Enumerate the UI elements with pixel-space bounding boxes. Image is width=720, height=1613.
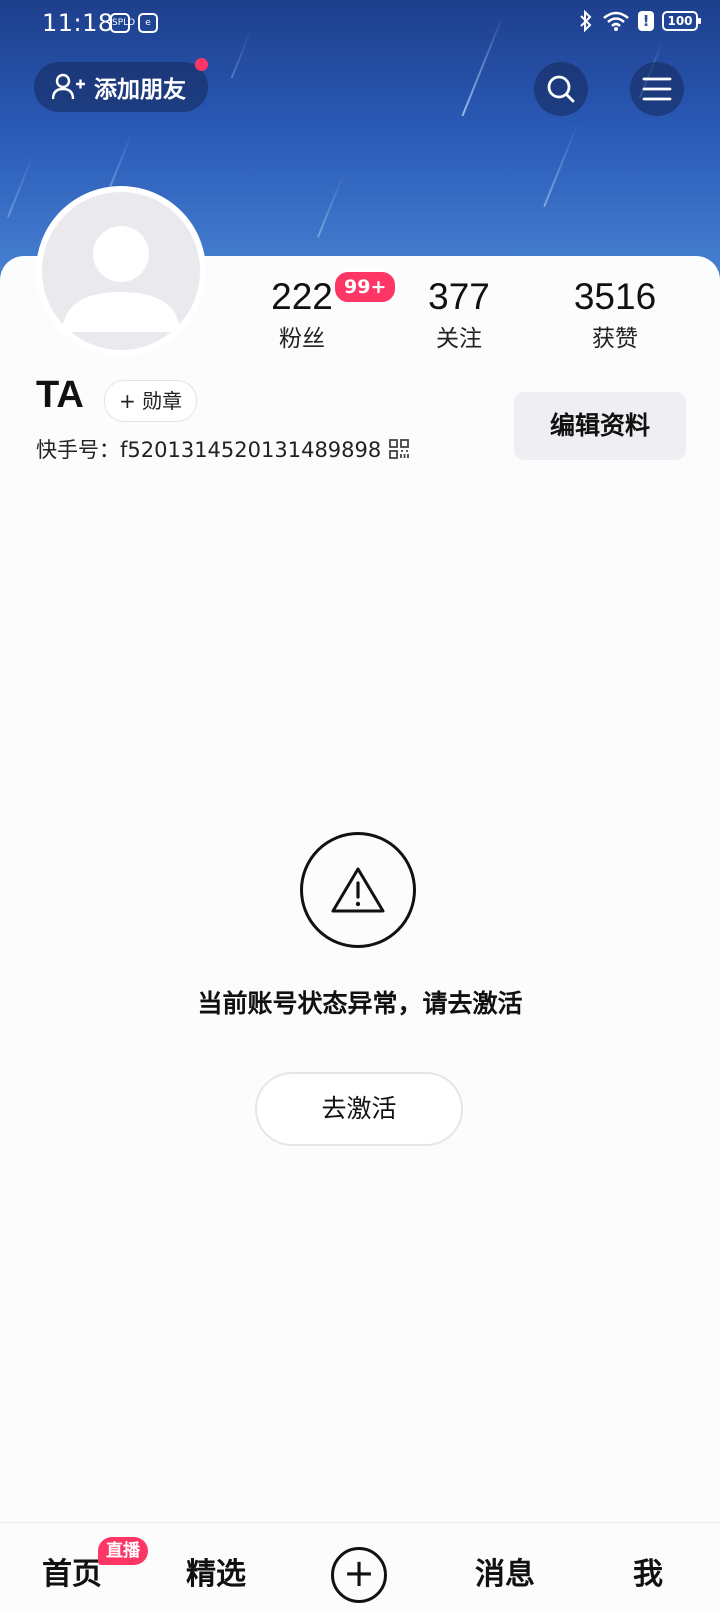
username: TA <box>36 374 84 416</box>
tab-featured[interactable]: 精选 <box>186 1549 246 1593</box>
tab-messages[interactable]: 消息 <box>475 1549 535 1593</box>
alert-icon: ! <box>638 11 654 31</box>
likes-count: 3516 <box>573 276 657 317</box>
app-notification-icon: e <box>138 13 158 33</box>
decor-streak <box>316 172 346 238</box>
live-badge: 直播 <box>98 1537 148 1565</box>
add-friend-button[interactable]: 添加朋友 <box>34 58 208 112</box>
following-count: 377 <box>428 276 490 317</box>
menu-icon <box>642 77 672 101</box>
status-icons: ! 100 <box>578 10 701 32</box>
account-status-message: 当前账号状态异常，请去激活 <box>197 989 523 1018</box>
decor-streak <box>543 122 579 208</box>
add-friend-label: 添加朋友 <box>94 77 186 103</box>
bottom-tab-bar: 首页 直播 精选 + 消息 我 <box>0 1522 720 1613</box>
following-label: 关注 <box>436 326 482 352</box>
warning-circle <box>300 832 416 948</box>
bluetooth-icon <box>580 10 592 32</box>
kuaishou-id-row[interactable]: 快手号：f5201314520131489898 <box>36 434 410 464</box>
status-time: 11:18 <box>42 9 114 37</box>
search-button[interactable] <box>534 62 588 116</box>
fans-new-badge: 99+ <box>333 270 398 304</box>
stat-likes[interactable]: 3516 获赞 <box>545 275 685 353</box>
qr-code-icon[interactable] <box>389 439 410 459</box>
app-notification-icon: SPLD <box>110 13 135 33</box>
menu-button[interactable] <box>630 62 684 116</box>
likes-label: 获赞 <box>592 326 638 352</box>
activate-button[interactable]: 去激活 <box>255 1072 463 1146</box>
status-bar: 11:18 SPLD e ! 100 <box>0 0 720 48</box>
fans-label: 粉丝 <box>279 326 325 352</box>
wifi-icon <box>603 11 629 31</box>
kuaishou-id: 快手号：f5201314520131489898 <box>36 438 382 462</box>
decor-streak <box>108 131 134 189</box>
tab-home[interactable]: 首页 <box>42 1549 102 1593</box>
search-icon <box>547 75 575 103</box>
stat-following[interactable]: 377 关注 <box>389 275 529 353</box>
notification-dot <box>195 58 208 71</box>
avatar[interactable] <box>36 186 206 356</box>
create-post-button[interactable]: + <box>331 1547 387 1603</box>
default-avatar-icon <box>62 226 180 332</box>
warning-icon <box>331 867 385 913</box>
tab-me[interactable]: 我 <box>633 1549 663 1593</box>
add-medal-button[interactable]: + 勋章 <box>104 380 198 422</box>
edit-profile-button[interactable]: 编辑资料 <box>514 392 686 460</box>
add-friend-icon <box>52 73 85 100</box>
battery-icon: 100 <box>662 11 701 31</box>
decor-streak <box>6 152 36 218</box>
